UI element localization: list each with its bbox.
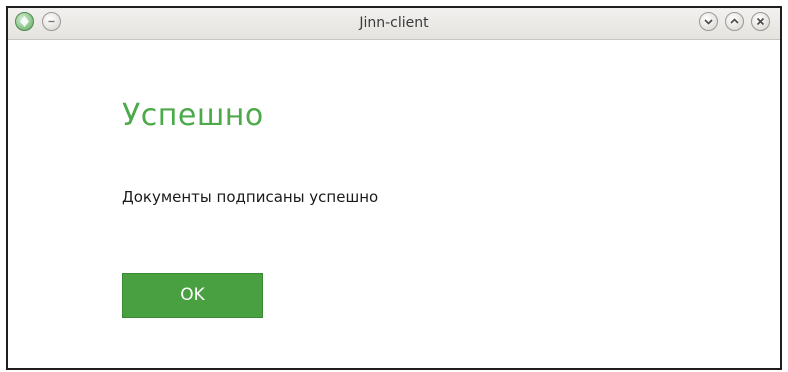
chevron-down-icon xyxy=(704,19,713,25)
dialog-message: Документы подписаны успешно xyxy=(122,188,379,206)
dialog-heading: Успешно xyxy=(122,98,264,133)
app-window: Jinn-client Успешно Документы подписаны … xyxy=(6,6,782,370)
minimize-button[interactable] xyxy=(699,12,718,31)
maximize-button[interactable] xyxy=(725,12,744,31)
chevron-up-icon xyxy=(730,18,739,24)
title-bar[interactable]: Jinn-client xyxy=(8,8,780,40)
window-title: Jinn-client xyxy=(359,15,429,31)
dialog-content: Успешно Документы подписаны успешно OK xyxy=(8,40,780,368)
close-icon xyxy=(756,17,765,26)
close-button[interactable] xyxy=(751,12,770,31)
ok-button[interactable]: OK xyxy=(122,273,263,318)
